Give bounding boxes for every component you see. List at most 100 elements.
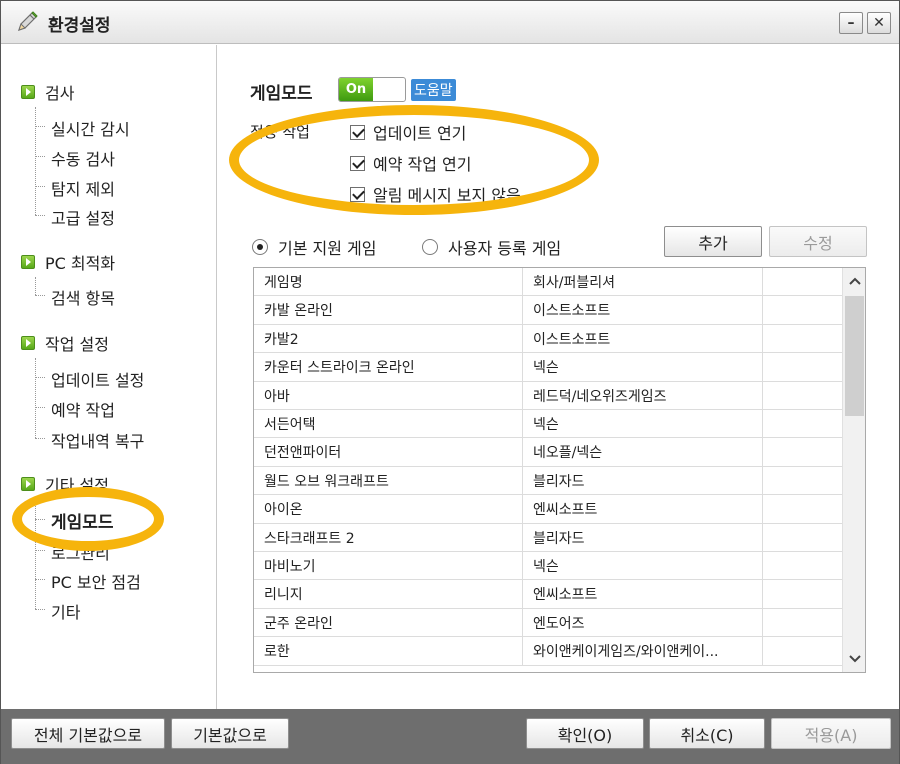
tree-tick <box>35 407 45 408</box>
sidebar-item-log-management[interactable]: 로그관리 <box>51 540 110 564</box>
edit-button[interactable]: 수정 <box>769 226 867 257</box>
checkbox-label: 알림 메시지 보지 않음 <box>373 186 521 205</box>
cell-game-name: 카발2 <box>254 324 523 353</box>
scroll-up-icon[interactable] <box>843 270 865 292</box>
apply-tasks-label: 적용 작업 <box>250 123 310 141</box>
tree-line <box>35 277 36 295</box>
cell-game-name: 군주 온라인 <box>254 608 523 637</box>
cell-publisher: 넥슨 <box>523 353 763 382</box>
column-header-publisher[interactable]: 회사/퍼블리셔 <box>523 268 763 296</box>
sidebar-group-scan[interactable]: 검사 <box>21 80 74 104</box>
checkbox-delay-scheduled[interactable]: 예약 작업 연기 <box>350 151 472 175</box>
table-row[interactable]: 로한 와이앤케이게임즈/와이앤케이... <box>254 637 844 666</box>
add-button[interactable]: 추가 <box>664 226 762 257</box>
checkbox-label: 예약 작업 연기 <box>373 155 472 174</box>
cell-publisher: 블리자드 <box>523 466 763 495</box>
table-row[interactable]: 던전앤파이터 네오플/넥슨 <box>254 438 844 467</box>
table-row[interactable]: 서든어택 넥슨 <box>254 410 844 439</box>
table-row[interactable]: 아이온 엔씨소프트 <box>254 495 844 524</box>
cell-game-name: 스타크래프트 2 <box>254 523 523 552</box>
radio-user-games[interactable]: 사용자 등록 게임 <box>422 235 561 259</box>
sidebar-item-realtime[interactable]: 실시간 감시 <box>51 116 130 140</box>
sidebar-group-label: 검사 <box>45 84 75 103</box>
radio-default-games[interactable]: 기본 지원 게임 <box>252 235 377 259</box>
sidebar-item-update-settings[interactable]: 업데이트 설정 <box>51 367 144 391</box>
settings-window: 환경설정 – ✕ 검사 실시간 감시 수동 검사 탐지 제외 고급 설정 PC … <box>0 0 900 764</box>
scroll-thumb[interactable] <box>845 296 864 416</box>
sidebar-group-label: 기타 설정 <box>45 476 109 495</box>
table-row[interactable]: 카운터 스트라이크 온라인 넥슨 <box>254 353 844 382</box>
table-row[interactable]: 아바 레드덕/네오위즈게임즈 <box>254 381 844 410</box>
minimize-button[interactable]: – <box>839 12 863 34</box>
table-row[interactable]: 스타크래프트 2 블리자드 <box>254 523 844 552</box>
main-panel: 게임모드 On 도움말 적용 작업 업데이트 연기 예약 작업 연기 알림 메시… <box>218 45 899 709</box>
sidebar-group-other-settings[interactable]: 기타 설정 <box>21 472 109 496</box>
cell-game-name: 카운터 스트라이크 온라인 <box>254 353 523 382</box>
help-button[interactable]: 도움말 <box>411 79 456 101</box>
sidebar-item-exclusions[interactable]: 탐지 제외 <box>51 176 115 200</box>
arrow-right-icon <box>21 85 35 99</box>
radio-label: 기본 지원 게임 <box>278 239 377 258</box>
tree-tick <box>35 186 45 187</box>
ok-button[interactable]: 확인(O) <box>526 718 644 749</box>
cell-game-name: 카발 온라인 <box>254 296 523 325</box>
scroll-down-icon[interactable] <box>843 648 865 670</box>
cell-publisher: 엔도어즈 <box>523 608 763 637</box>
sidebar-item-task-restore[interactable]: 작업내역 복구 <box>51 428 144 452</box>
sidebar-item-pc-security-check[interactable]: PC 보안 점검 <box>51 569 141 593</box>
reset-all-button[interactable]: 전체 기본값으로 <box>11 718 165 749</box>
close-button[interactable]: ✕ <box>867 12 891 34</box>
table-row[interactable]: 카발 온라인 이스트소프트 <box>254 296 844 325</box>
sidebar: 검사 실시간 감시 수동 검사 탐지 제외 고급 설정 PC 최적화 검색 항목… <box>1 45 217 709</box>
cell-game-name: 던전앤파이터 <box>254 438 523 467</box>
sidebar-item-search-items[interactable]: 검색 항목 <box>51 285 115 309</box>
sidebar-item-etc[interactable]: 기타 <box>51 599 80 623</box>
tree-line <box>35 107 36 215</box>
sidebar-group-task-settings[interactable]: 작업 설정 <box>21 331 109 355</box>
sidebar-item-scheduled-tasks[interactable]: 예약 작업 <box>51 397 115 421</box>
apply-button[interactable]: 적용(A) <box>771 718 891 749</box>
radio-selected-icon <box>252 239 268 255</box>
cell-game-name: 마비노기 <box>254 552 523 580</box>
table-row[interactable]: 월드 오브 워크래프트 블리자드 <box>254 466 844 496</box>
cell-game-name: 서든어택 <box>254 410 523 438</box>
tree-tick <box>35 156 45 157</box>
page-title: 게임모드 <box>250 84 313 104</box>
cell-game-name: 리니지 <box>254 580 523 609</box>
arrow-right-icon <box>21 477 35 491</box>
cancel-button[interactable]: 취소(C) <box>649 718 765 749</box>
checkbox-delay-update[interactable]: 업데이트 연기 <box>350 120 466 144</box>
tree-line <box>35 499 36 609</box>
table-row[interactable]: 군주 온라인 엔도어즈 <box>254 608 844 638</box>
toggle-on-label: On <box>339 78 373 101</box>
cell-publisher: 넥슨 <box>523 410 763 438</box>
cell-publisher: 엔씨소프트 <box>523 580 763 609</box>
close-icon: ✕ <box>873 15 885 31</box>
window-title: 환경설정 <box>48 16 111 36</box>
reset-button[interactable]: 기본값으로 <box>171 718 289 749</box>
cell-game-name: 월드 오브 워크래프트 <box>254 466 523 495</box>
table-row[interactable]: 리니지 엔씨소프트 <box>254 580 844 609</box>
column-header-game-name[interactable]: 게임명 <box>254 268 523 296</box>
table-row[interactable]: 마비노기 넥슨 <box>254 552 844 581</box>
cell-publisher: 블리자드 <box>523 523 763 552</box>
cell-game-name: 아바 <box>254 381 523 410</box>
vertical-scrollbar[interactable] <box>842 268 865 672</box>
tree-tick <box>35 609 45 610</box>
cell-publisher: 이스트소프트 <box>523 296 763 325</box>
tree-tick <box>35 215 45 216</box>
sidebar-item-manual-scan[interactable]: 수동 검사 <box>51 146 115 170</box>
sidebar-group-pc-optimize[interactable]: PC 최적화 <box>21 250 115 274</box>
sidebar-item-game-mode[interactable]: 게임모드 <box>51 508 114 533</box>
game-mode-toggle[interactable]: On <box>338 77 406 102</box>
minimize-icon: – <box>847 15 855 31</box>
sidebar-group-label: PC 최적화 <box>45 254 116 273</box>
bottom-bar: 전체 기본값으로 기본값으로 확인(O) 취소(C) 적용(A) <box>1 709 899 764</box>
checkbox-checked-icon <box>350 186 365 202</box>
sidebar-item-advanced[interactable]: 고급 설정 <box>51 205 115 229</box>
tree-tick <box>35 377 45 378</box>
cell-publisher: 엔씨소프트 <box>523 495 763 524</box>
checkbox-hide-notifications[interactable]: 알림 메시지 보지 않음 <box>350 182 521 206</box>
tree-tick <box>35 550 45 551</box>
table-row[interactable]: 카발2 이스트소프트 <box>254 324 844 354</box>
